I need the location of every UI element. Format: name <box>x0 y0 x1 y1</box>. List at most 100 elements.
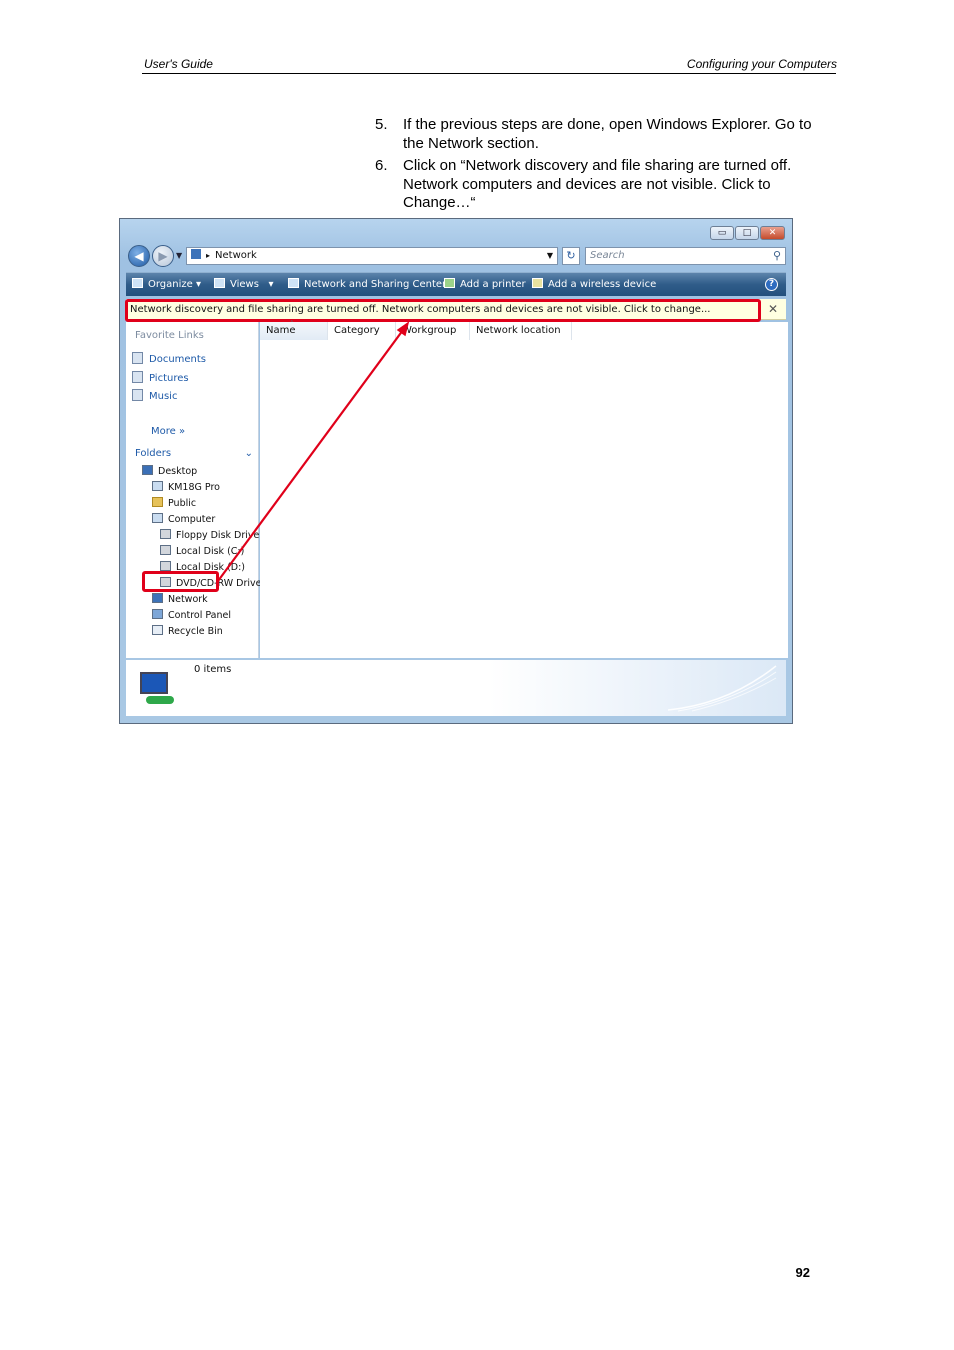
running-header-left: User's Guide <box>144 57 213 71</box>
favorite-link-music[interactable]: Music <box>132 389 177 402</box>
refresh-icon[interactable]: ↻ <box>562 247 580 265</box>
column-header-name[interactable]: ˄ Name <box>260 320 328 340</box>
documents-icon <box>132 352 143 364</box>
tree-item-label: Recycle Bin <box>168 626 223 637</box>
infobar-close-icon[interactable]: ✕ <box>768 299 778 320</box>
add-wireless-label: Add a wireless device <box>548 279 657 290</box>
network-large-icon <box>136 668 178 708</box>
network-sharing-label: Network and Sharing Center <box>304 279 447 290</box>
navigation-pane: Favorite Links Documents Pictures Music … <box>126 322 262 658</box>
network-icon <box>191 249 201 259</box>
breadcrumb-separator-icon: ▸ <box>206 251 211 260</box>
chevron-down-icon: ⌄ <box>244 448 253 459</box>
address-dropdown-icon[interactable]: ▼ <box>547 248 553 264</box>
column-header-label: Network location <box>476 325 561 336</box>
computer-icon <box>152 513 163 523</box>
tree-item-label: Computer <box>168 514 216 525</box>
favorite-links-heading: Favorite Links <box>135 330 204 341</box>
folders-heading[interactable]: Folders ⌄ <box>135 448 257 459</box>
network-sharing-icon <box>288 278 299 288</box>
history-dropdown-icon[interactable]: ▼ <box>176 251 182 260</box>
tree-item-public[interactable]: Public <box>152 497 196 509</box>
folders-label: Folders <box>135 448 172 459</box>
music-icon <box>132 389 143 401</box>
step-number: 6. <box>375 157 388 174</box>
tree-item-label: Desktop <box>158 466 198 477</box>
step-text: Click on “Network discovery and file sha… <box>403 157 792 211</box>
decorative-swoosh <box>668 665 777 712</box>
details-pane: 0 items <box>126 660 786 716</box>
more-links[interactable]: More » <box>151 426 185 437</box>
tree-item-local-disk-c[interactable]: Local Disk (C:) <box>160 545 244 557</box>
page-number: 92 <box>795 1265 810 1280</box>
tree-item-recycle-bin[interactable]: Recycle Bin <box>152 625 223 637</box>
tree-item-computer[interactable]: Computer <box>152 513 215 525</box>
views-button[interactable]: Views ▾ <box>214 273 274 297</box>
address-bar[interactable]: ▸ Network ▼ <box>186 247 558 265</box>
column-header-label: Category <box>334 325 380 336</box>
add-wireless-device-button[interactable]: Add a wireless device <box>532 273 656 297</box>
favorite-link-documents[interactable]: Documents <box>132 352 206 365</box>
column-header-network-location[interactable]: Network location <box>470 322 572 340</box>
hard-disk-icon <box>160 561 171 571</box>
recycle-bin-icon <box>152 625 163 635</box>
forward-arrow-icon[interactable]: ▶ <box>152 245 174 267</box>
desktop-icon <box>142 465 153 475</box>
maximize-button[interactable]: □ <box>735 226 759 240</box>
header-rule <box>142 73 836 74</box>
network-highlight-box <box>142 571 219 592</box>
folder-icon <box>152 497 163 507</box>
sort-arrow-icon: ˄ <box>290 320 294 328</box>
add-printer-button[interactable]: Add a printer <box>444 273 526 297</box>
tree-item-network[interactable]: Network <box>152 593 208 605</box>
tree-item-label: Network <box>168 594 208 605</box>
step-6: 6. Click on “Network discovery and file … <box>375 157 815 213</box>
organize-icon <box>132 278 143 288</box>
search-icon[interactable]: ⚲ <box>773 248 781 264</box>
column-header-category[interactable]: Category <box>328 322 396 340</box>
tree-item-control-panel[interactable]: Control Panel <box>152 609 231 621</box>
network-sharing-center-button[interactable]: Network and Sharing Center <box>288 273 446 297</box>
search-placeholder: Search <box>590 250 625 261</box>
organize-label: Organize <box>148 279 193 290</box>
step-5: 5. If the previous steps are done, open … <box>375 116 815 153</box>
wireless-device-icon <box>532 278 543 288</box>
infobar-highlight-box <box>125 299 761 322</box>
minimize-button[interactable]: ▭ <box>710 226 734 240</box>
tree-item-label: Local Disk (C:) <box>176 546 245 557</box>
explorer-window-screenshot: ▭ □ ✕ ◀ ▶ ▼ ▸ Network ▼ ↻ Search ⚲ Organi… <box>119 218 793 724</box>
favorite-link-label: Music <box>149 391 178 402</box>
search-input[interactable]: Search ⚲ <box>585 247 786 265</box>
navigation-row: ◀ ▶ ▼ ▸ Network ▼ ↻ Search ⚲ <box>126 245 786 267</box>
printer-icon <box>444 278 455 288</box>
user-folder-icon <box>152 481 163 491</box>
monitor-shape <box>140 672 168 694</box>
instruction-steps: 5. If the previous steps are done, open … <box>375 116 815 217</box>
cable-shape <box>146 696 174 704</box>
close-button[interactable]: ✕ <box>760 226 785 240</box>
tree-item-label: KM18G Pro <box>168 482 220 493</box>
tree-item-floppy[interactable]: Floppy Disk Drive <box>160 529 259 541</box>
organize-button[interactable]: Organize ▾ <box>132 273 201 297</box>
running-header-right: Configuring your Computers <box>686 57 837 71</box>
tree-item-user[interactable]: KM18G Pro <box>152 481 220 493</box>
back-arrow-icon[interactable]: ◀ <box>128 245 150 267</box>
favorite-link-pictures[interactable]: Pictures <box>132 371 189 384</box>
command-bar: Organize ▾ Views ▾ Network and Sharing C… <box>126 272 786 296</box>
column-header-workgroup[interactable]: Workgroup <box>396 322 470 340</box>
help-icon[interactable]: ? <box>765 278 778 291</box>
favorite-link-label: Pictures <box>149 373 189 384</box>
favorite-link-label: Documents <box>149 354 207 365</box>
add-printer-label: Add a printer <box>460 279 526 290</box>
column-header-label: Workgroup <box>402 325 457 336</box>
step-text: If the previous steps are done, open Win… <box>403 116 812 152</box>
tree-item-desktop[interactable]: Desktop <box>142 465 197 477</box>
step-number: 5. <box>375 116 388 133</box>
hard-disk-icon <box>160 545 171 555</box>
tree-item-label: Floppy Disk Drive <box>176 530 260 541</box>
pictures-icon <box>132 371 143 383</box>
item-count: 0 items <box>194 664 232 675</box>
more-label: More <box>151 426 176 437</box>
double-chevron-icon: » <box>178 426 186 437</box>
views-label: Views <box>230 279 259 290</box>
